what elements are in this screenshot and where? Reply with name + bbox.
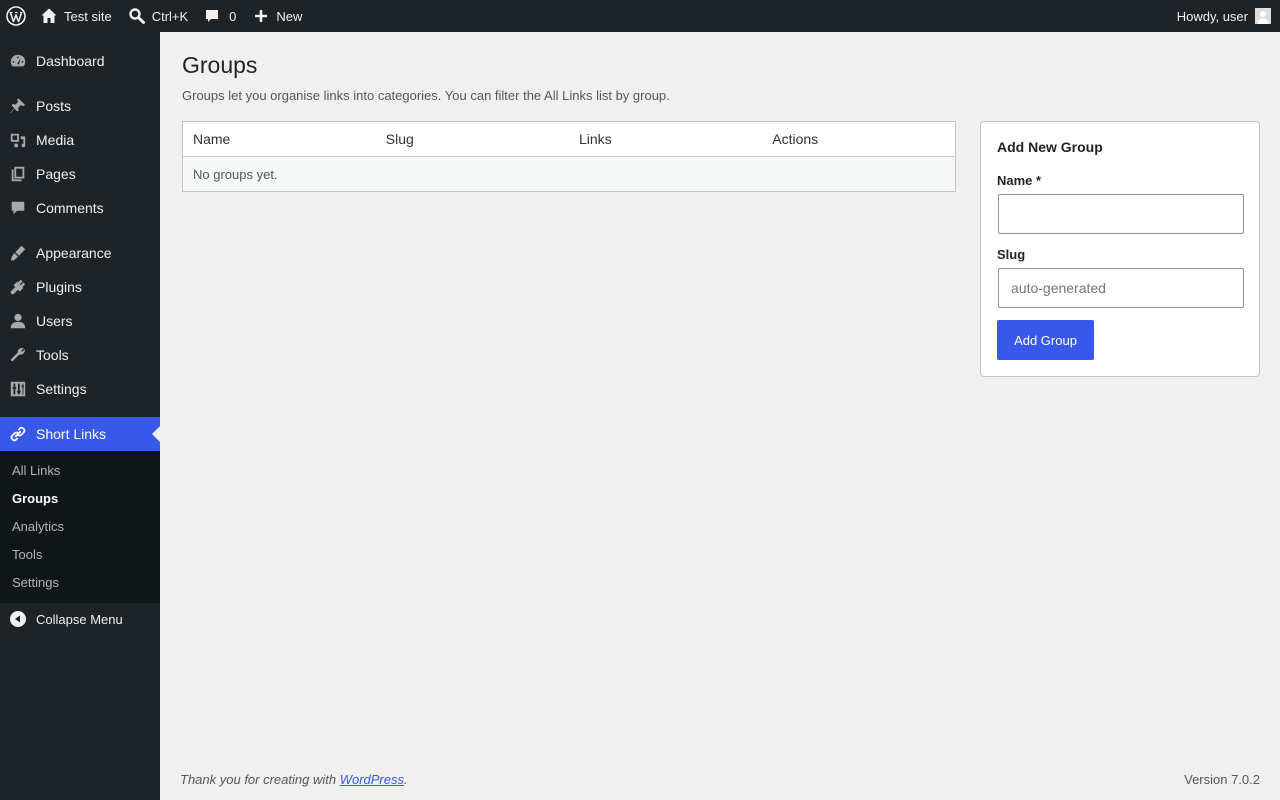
wordpress-link[interactable]: WordPress (340, 772, 404, 787)
column-header-slug: Slug (375, 121, 569, 157)
new-content-menu[interactable]: New (244, 0, 310, 32)
sidebar-item-label: Dashboard (36, 53, 105, 69)
wordpress-logo-menu[interactable] (0, 0, 32, 32)
avatar (1255, 8, 1271, 24)
column-header-actions: Actions (762, 121, 956, 157)
pin-icon (0, 97, 36, 115)
add-group-heading: Add New Group (997, 139, 1103, 155)
sidebar-item-comments[interactable]: Comments (0, 191, 160, 225)
new-label: New (276, 8, 303, 24)
comments-count: 0 (229, 8, 237, 24)
collapse-menu-label: Collapse Menu (36, 611, 123, 627)
collapse-arrow-icon (0, 611, 36, 627)
empty-table-message: No groups yet. (182, 156, 956, 192)
admin-sidebar: Dashboard Posts Media Pages Comments App… (0, 32, 160, 800)
submenu-item-all-links[interactable]: All Links (12, 463, 60, 478)
short-links-submenu: All Links Groups Analytics Tools Setting… (0, 451, 160, 603)
sidebar-item-tools[interactable]: Tools (0, 338, 160, 372)
howdy-text: Howdy, user (1176, 8, 1248, 24)
add-group-button[interactable]: Add Group (997, 320, 1094, 360)
group-slug-input[interactable] (998, 268, 1244, 308)
sidebar-item-settings[interactable]: Settings (0, 372, 160, 406)
search-icon (128, 7, 146, 25)
main-content: Groups Groups let you organise links int… (160, 32, 1280, 800)
page-description: Groups let you organise links into categ… (182, 88, 670, 103)
sidebar-item-appearance[interactable]: Appearance (0, 236, 160, 270)
name-field-label: Name * (997, 173, 1042, 188)
site-name-link[interactable]: Test site (32, 0, 120, 32)
media-icon (0, 131, 36, 149)
dashboard-icon (0, 52, 36, 70)
brush-icon (0, 244, 36, 262)
sidebar-item-label: Settings (36, 381, 87, 397)
footer-thanks-suffix: . (404, 772, 408, 787)
comment-icon (0, 199, 36, 217)
comment-icon (204, 8, 220, 24)
sidebar-item-label: Posts (36, 98, 72, 114)
sidebar-item-dashboard[interactable]: Dashboard (0, 44, 160, 78)
column-header-name: Name (182, 121, 376, 157)
column-header-links: Links (569, 121, 763, 157)
sidebar-item-label: Pages (36, 166, 76, 182)
sidebar-item-pages[interactable]: Pages (0, 157, 160, 191)
sidebar-item-label: Users (36, 313, 73, 329)
sidebar-item-short-links[interactable]: Short Links (0, 417, 160, 451)
sidebar-item-label: Tools (36, 347, 69, 363)
link-icon (0, 425, 36, 443)
comments-link[interactable]: 0 (196, 0, 244, 32)
wordpress-logo-icon (6, 6, 26, 26)
sidebar-item-posts[interactable]: Posts (0, 89, 160, 123)
search-shortcut: Ctrl+K (151, 8, 189, 24)
groups-table: Name Slug Links Actions No groups yet. (182, 121, 956, 192)
sidebar-item-label: Media (36, 132, 75, 148)
add-group-panel: Add New Group Name * Slug Add Group (980, 121, 1260, 377)
table-row: No groups yet. (182, 156, 956, 192)
group-name-input[interactable] (998, 194, 1244, 234)
plug-icon (0, 278, 36, 296)
home-icon (40, 7, 58, 25)
sidebar-item-media[interactable]: Media (0, 123, 160, 157)
table-header-row: Name Slug Links Actions (182, 121, 956, 157)
sidebar-item-label: Appearance (36, 245, 112, 261)
submenu-item-groups[interactable]: Groups (12, 491, 58, 506)
submenu-item-analytics[interactable]: Analytics (12, 519, 64, 534)
collapse-menu-button[interactable]: Collapse Menu (0, 603, 160, 635)
footer-thanks-text: Thank you for creating with (180, 772, 340, 787)
page-title: Groups (182, 52, 258, 78)
sidebar-item-label: Comments (36, 200, 104, 216)
footer-thanks: Thank you for creating with WordPress. (180, 772, 408, 787)
sliders-icon (0, 380, 36, 398)
wrench-icon (0, 346, 36, 364)
submenu-item-settings[interactable]: Settings (12, 575, 59, 590)
admin-bar: Test site Ctrl+K 0 New Howdy, user (0, 0, 1280, 32)
command-palette-button[interactable]: Ctrl+K (120, 0, 196, 32)
sidebar-item-label: Short Links (36, 426, 107, 442)
sidebar-item-label: Plugins (36, 279, 82, 295)
plus-icon (254, 9, 268, 23)
sidebar-item-plugins[interactable]: Plugins (0, 270, 160, 304)
footer-version: Version 7.0.2 (1184, 772, 1260, 787)
site-name: Test site (64, 8, 112, 24)
submenu-item-tools[interactable]: Tools (12, 547, 42, 562)
pages-icon (0, 165, 36, 183)
user-icon (0, 312, 36, 330)
account-menu[interactable]: Howdy, user (1169, 0, 1280, 32)
slug-field-label: Slug (997, 247, 1026, 262)
sidebar-item-users[interactable]: Users (0, 304, 160, 338)
